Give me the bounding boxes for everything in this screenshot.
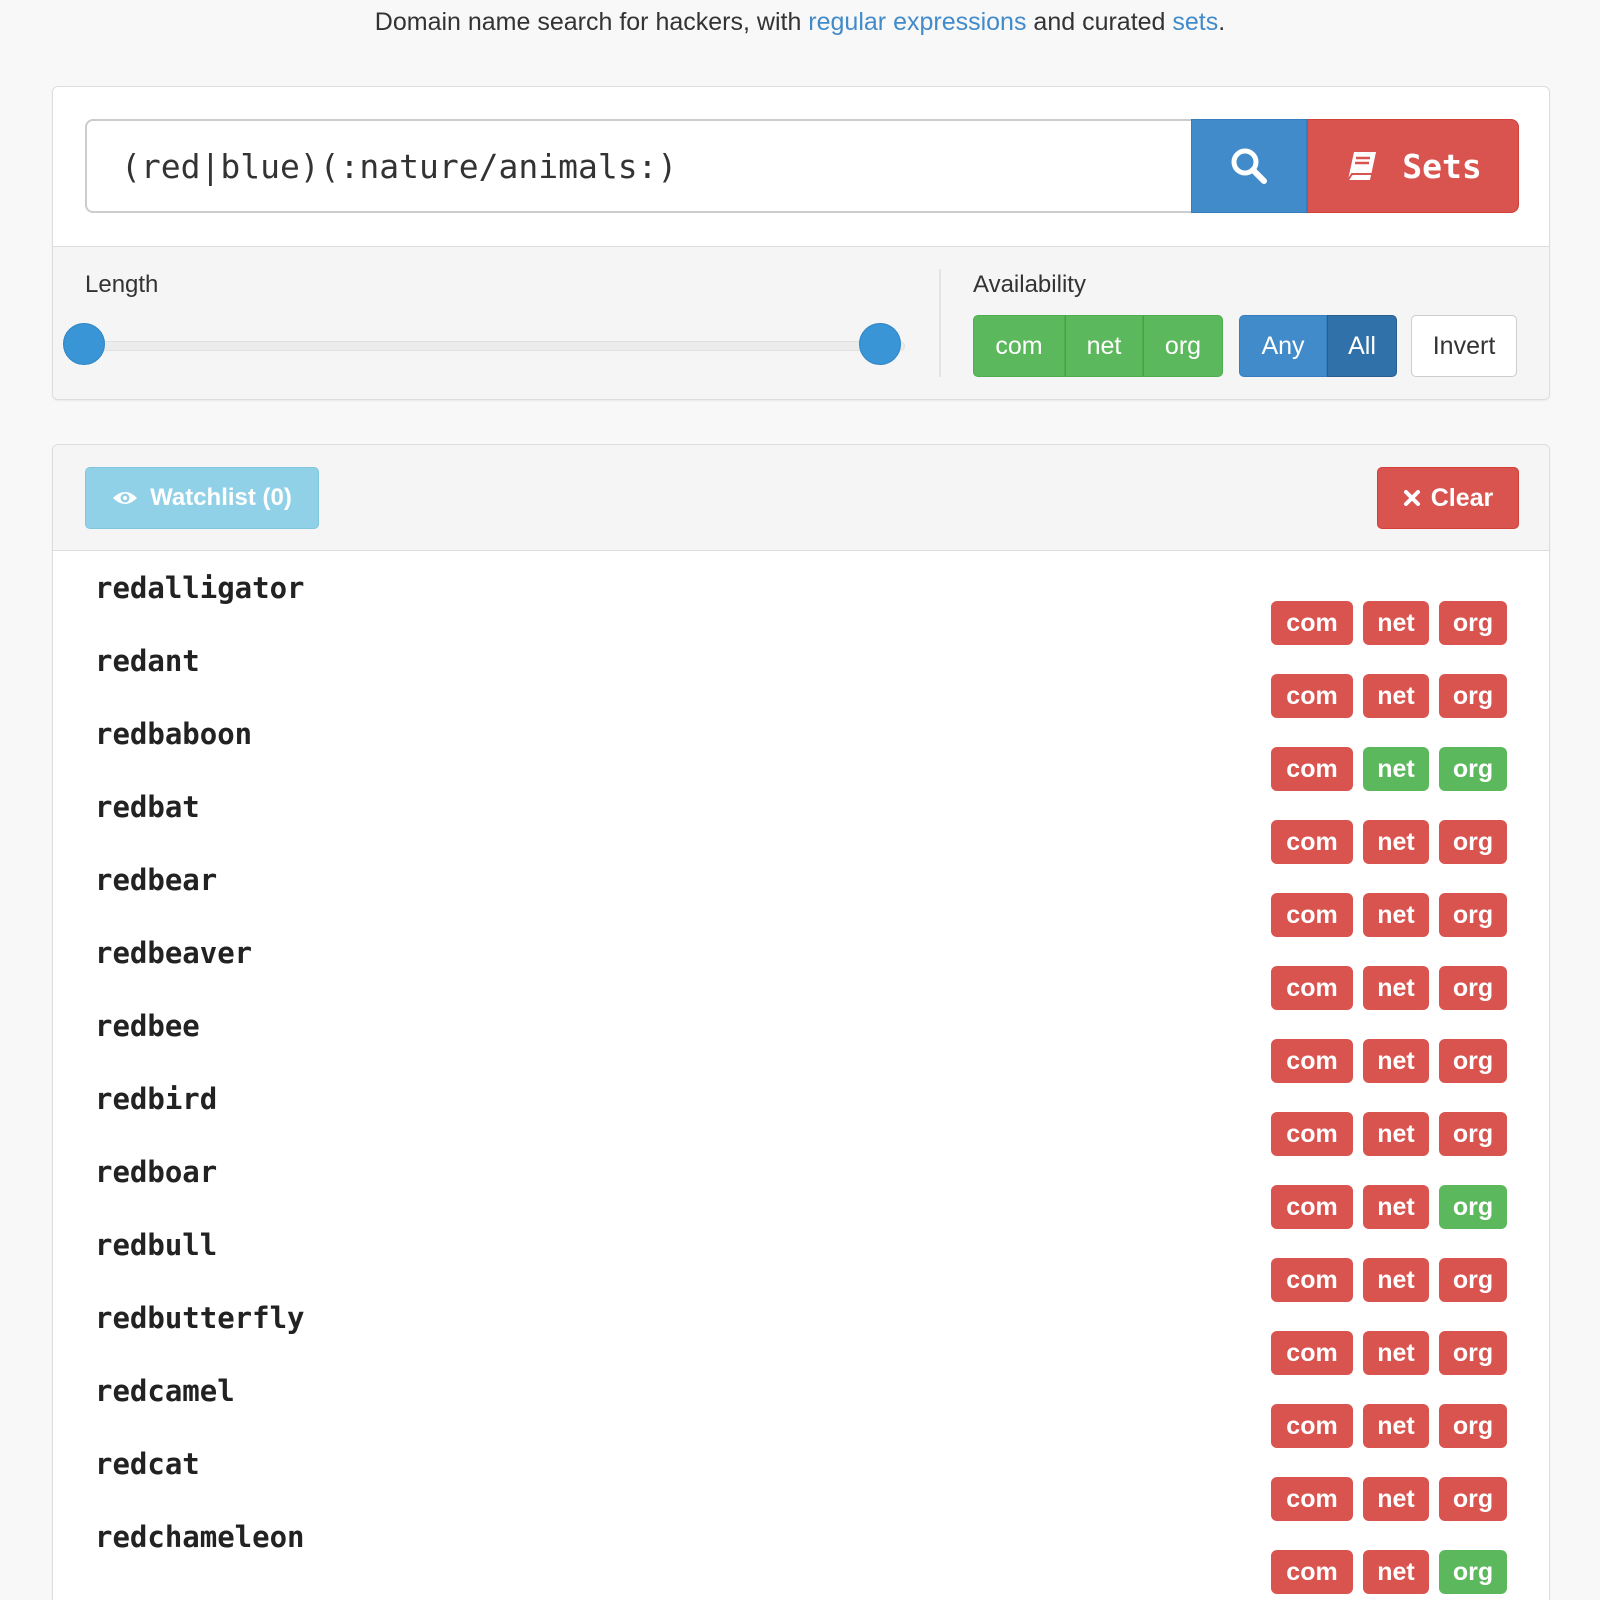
tagline-suffix: . [1218,8,1226,36]
results-panel: Watchlist (0) Clear redalligator com net or… [52,444,1550,1600]
table-row[interactable]: redbear com net org [53,845,1549,937]
clear-button[interactable]: Clear [1377,467,1519,529]
watchlist-label: Watchlist (0) [150,484,292,511]
domain-name[interactable]: redbeaver [95,936,252,970]
length-slider-min-handle[interactable] [63,323,105,365]
tagline: Domain name search for hackers, with reg… [0,8,1600,37]
table-row[interactable]: redbeaver com net org [53,918,1549,1010]
tld-filter-net[interactable]: net [1065,315,1143,377]
sets-button-label: Sets [1402,146,1482,186]
filters-divider [939,269,941,377]
availability-label: Availability [973,271,1086,298]
domain-name[interactable]: redcat [95,1447,200,1481]
mode-filter-group: Any All [1239,315,1397,377]
table-row[interactable]: redcat com net org [53,1429,1549,1521]
domain-name[interactable]: redbat [95,790,200,824]
domain-name[interactable]: redbird [95,1082,217,1116]
result-list: redalligator com net org redant com net org redb… [53,553,1549,1594]
search-button[interactable] [1191,119,1307,213]
book-icon [1347,152,1377,181]
domain-name[interactable]: redchameleon [95,1520,305,1554]
domain-name[interactable]: redant [95,644,200,678]
table-row[interactable]: redboar com net org [53,1137,1549,1229]
domain-name[interactable]: redcamel [95,1374,235,1408]
tld-filter-group: com net org [973,315,1223,377]
close-icon [1403,490,1420,506]
table-row[interactable]: redant com net org [53,626,1549,718]
length-slider-track[interactable] [85,341,905,351]
search-input[interactable] [85,119,1191,213]
filters-bar: Length Availability com net org Any All … [53,247,1549,399]
watchlist-button[interactable]: Watchlist (0) [85,467,319,529]
tld-badge-net[interactable]: net [1363,1550,1429,1594]
sets-link[interactable]: sets [1172,8,1218,36]
table-row[interactable]: redbee com net org [53,991,1549,1083]
tld-badge-org[interactable]: org [1439,1550,1507,1594]
table-row[interactable]: redbull com net org [53,1210,1549,1302]
domain-name[interactable]: redbear [95,863,217,897]
table-row[interactable]: redbaboon com net org [53,699,1549,791]
domain-name[interactable]: redalligator [95,571,305,605]
domain-name[interactable]: redbaboon [95,717,252,751]
table-row[interactable]: redchameleon com net org [53,1502,1549,1594]
clear-label: Clear [1430,483,1494,512]
tld-badge-com[interactable]: com [1271,1550,1353,1594]
tagline-middle: and curated [1026,8,1173,36]
tagline-prefix: Domain name search for hackers, with [374,8,809,36]
mode-all-button[interactable]: All [1327,315,1397,377]
invert-button[interactable]: Invert [1411,315,1517,377]
domain-name[interactable]: redbull [95,1228,217,1262]
table-row[interactable]: redcamel com net org [53,1356,1549,1448]
sets-button[interactable]: Sets [1307,119,1519,213]
eye-icon [113,492,138,504]
results-header: Watchlist (0) Clear [53,445,1549,551]
table-row[interactable]: redbat com net org [53,772,1549,864]
search-bar: Sets [53,87,1549,247]
domain-name[interactable]: redboar [95,1155,217,1189]
table-row[interactable]: redalligator com net org [53,553,1549,645]
length-slider-max-handle[interactable] [859,323,901,365]
table-row[interactable]: redbird com net org [53,1064,1549,1156]
search-panel: Sets Length Availability com net org Any… [52,86,1550,400]
invert-group: Invert [1411,315,1517,377]
table-row[interactable]: redbutterfly com net org [53,1283,1549,1375]
length-label: Length [85,271,159,298]
domain-name[interactable]: redbutterfly [95,1301,305,1335]
mode-any-button[interactable]: Any [1239,315,1327,377]
regex-link[interactable]: regular expressions [808,8,1026,36]
tld-badges: com net org [1271,1550,1507,1594]
domain-name[interactable]: redbee [95,1009,200,1043]
tld-filter-com[interactable]: com [973,315,1065,377]
search-icon [1231,148,1267,184]
tld-filter-org[interactable]: org [1143,315,1223,377]
